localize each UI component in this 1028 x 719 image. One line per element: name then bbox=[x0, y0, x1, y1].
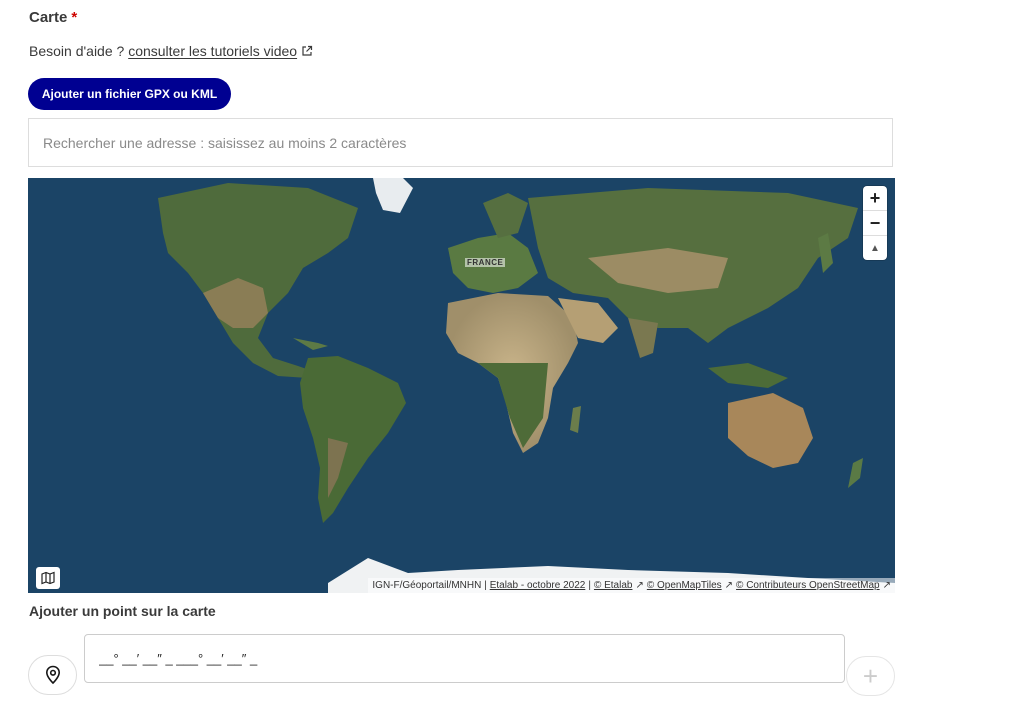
map-zoom-controls: + − ▲ bbox=[863, 186, 887, 260]
external-link-icon: ↗ bbox=[724, 580, 734, 591]
map-layer-toggle-button[interactable] bbox=[36, 567, 60, 589]
map-attribution: IGN-F/Géoportail/MNHN | Etalab - octobre… bbox=[368, 578, 895, 593]
attribution-etalab-link[interactable]: © Etalab bbox=[594, 580, 633, 591]
reset-north-button[interactable]: ▲ bbox=[863, 236, 887, 260]
add-gpx-kml-button[interactable]: Ajouter un fichier GPX ou KML bbox=[28, 78, 231, 110]
zoom-out-button[interactable]: − bbox=[863, 211, 887, 236]
location-pin-icon bbox=[45, 665, 60, 685]
attribution-source: IGN-F/Géoportail/MNHN | bbox=[372, 580, 487, 591]
add-point-button[interactable]: + bbox=[846, 656, 895, 696]
attribution-osm-link[interactable]: © Contributeurs OpenStreetMap bbox=[736, 580, 880, 591]
external-link-icon: ↗ bbox=[882, 580, 891, 591]
tutorial-link[interactable]: consulter les tutoriels video bbox=[128, 43, 313, 59]
external-link-icon: ↗ bbox=[635, 580, 644, 591]
map-field-title: Carte bbox=[29, 9, 68, 26]
attribution-separator: | bbox=[588, 580, 591, 591]
attribution-etalab-date[interactable]: Etalab - octobre 2022 bbox=[490, 580, 586, 591]
coordinates-input[interactable] bbox=[84, 634, 845, 683]
geolocate-button[interactable] bbox=[28, 655, 77, 695]
country-label-france: FRANCE bbox=[465, 258, 506, 267]
map-icon bbox=[41, 571, 55, 585]
attribution-openmaptiles-link[interactable]: © OpenMapTiles bbox=[647, 580, 722, 591]
world-satellite-map bbox=[28, 178, 895, 593]
map-field-label: Carte * bbox=[29, 9, 77, 26]
add-point-title: Ajouter un point sur la carte bbox=[29, 603, 216, 619]
tutorial-link-label: consulter les tutoriels video bbox=[128, 43, 298, 59]
zoom-in-button[interactable]: + bbox=[863, 186, 887, 211]
external-link-icon bbox=[302, 45, 313, 56]
required-marker: * bbox=[71, 9, 78, 26]
help-prefix: Besoin d'aide ? bbox=[29, 43, 125, 59]
map-canvas[interactable]: FRANCE + − ▲ IGN-F/Géoportail/MNHN | Eta… bbox=[28, 178, 895, 593]
compass-icon: ▲ bbox=[870, 242, 880, 254]
help-text: Besoin d'aide ? consulter les tutoriels … bbox=[29, 43, 313, 59]
address-search-input[interactable] bbox=[28, 118, 893, 167]
